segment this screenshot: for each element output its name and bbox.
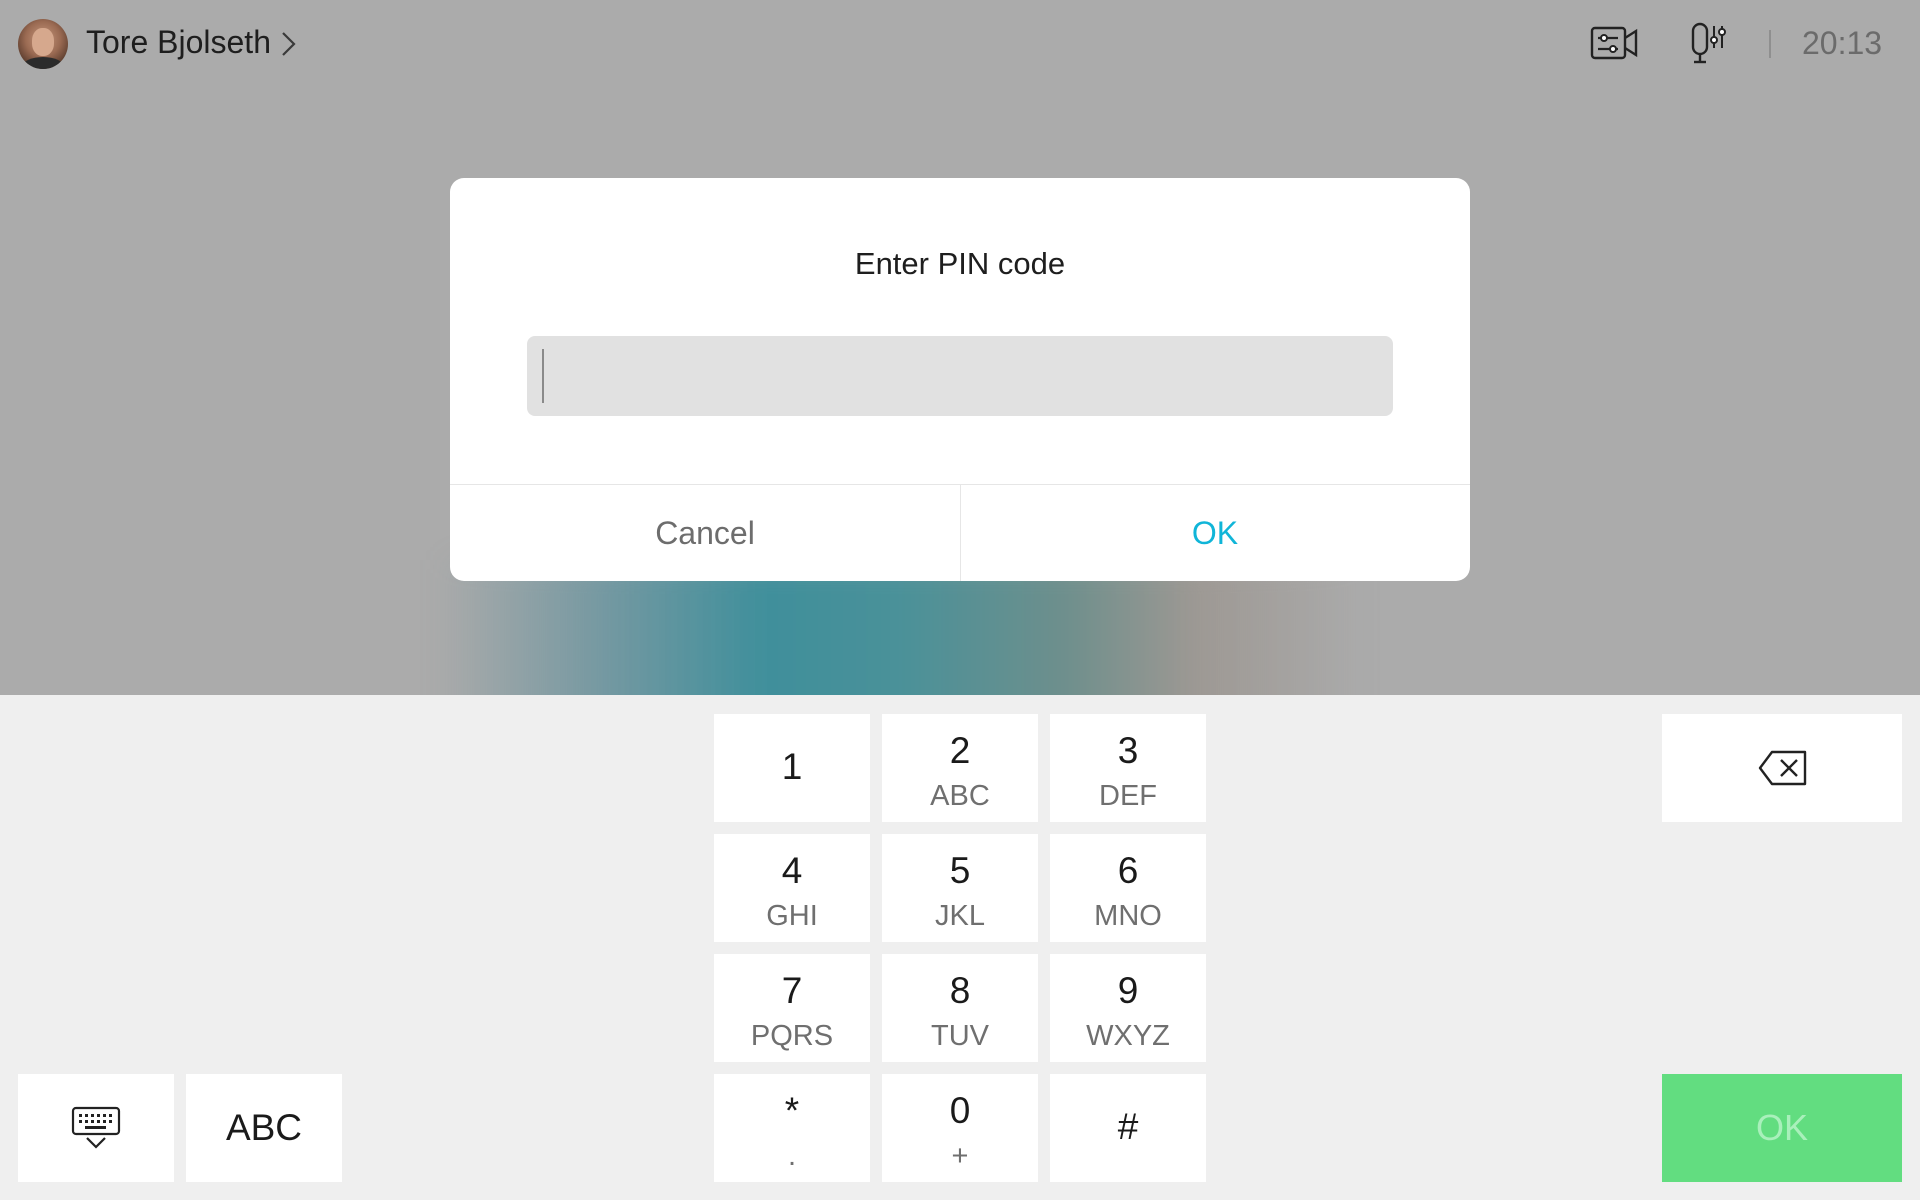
header-divider	[1769, 30, 1771, 58]
key-digit: 7	[781, 970, 803, 1011]
key-letters: GHI	[766, 900, 818, 932]
key-star[interactable]: * .	[714, 1074, 870, 1182]
clock: 20:13	[1802, 25, 1883, 61]
key-1[interactable]: 1	[714, 714, 870, 822]
key-letters: WXYZ	[1086, 1020, 1170, 1052]
key-digit: 5	[949, 850, 971, 891]
key-5[interactable]: 5 JKL	[882, 834, 1038, 942]
cancel-button[interactable]: Cancel	[450, 485, 960, 581]
key-letters: PQRS	[750, 1020, 834, 1052]
text-caret	[542, 349, 544, 403]
dialog-ok-button[interactable]: OK	[960, 485, 1470, 581]
key-digit: 3	[1117, 730, 1139, 771]
key-9[interactable]: 9 WXYZ	[1050, 954, 1206, 1062]
avatar[interactable]	[18, 19, 68, 69]
key-letters: JKL	[935, 900, 985, 932]
key-6[interactable]: 6 MNO	[1050, 834, 1206, 942]
key-7[interactable]: 7 PQRS	[714, 954, 870, 1062]
key-digit: 1	[781, 746, 803, 787]
microphone-settings-icon[interactable]	[1690, 22, 1726, 64]
keyboard-hide-icon	[71, 1106, 121, 1149]
key-8[interactable]: 8 TUV	[882, 954, 1038, 1062]
key-0[interactable]: 0 +	[882, 1074, 1038, 1182]
key-digit: 8	[949, 970, 971, 1011]
key-letters: .	[787, 1140, 797, 1172]
user-name[interactable]: Tore Bjolseth	[86, 24, 271, 61]
abc-mode-button[interactable]: ABC	[186, 1074, 342, 1182]
key-letters: ABC	[930, 780, 990, 812]
key-digit: 0	[949, 1090, 971, 1131]
pin-input[interactable]	[527, 336, 1393, 416]
chevron-right-icon[interactable]	[278, 30, 300, 58]
dialog-title: Enter PIN code	[854, 246, 1066, 281]
key-digit: 4	[781, 850, 803, 891]
hide-keyboard-button[interactable]	[18, 1074, 174, 1182]
key-letters: DEF	[1099, 780, 1157, 812]
key-2[interactable]: 2 ABC	[882, 714, 1038, 822]
keypad-ok-button[interactable]: OK	[1662, 1074, 1902, 1182]
backspace-button[interactable]	[1662, 714, 1902, 822]
key-letters: +	[951, 1140, 969, 1172]
header-bar: Tore Bjolseth 20:13	[0, 0, 1920, 88]
key-3[interactable]: 3 DEF	[1050, 714, 1206, 822]
pin-dialog: Enter PIN code Cancel OK	[450, 178, 1470, 581]
key-digit: *	[784, 1090, 800, 1131]
key-digit: 6	[1117, 850, 1139, 891]
key-digit: 9	[1117, 970, 1139, 1011]
backspace-icon	[1758, 750, 1807, 786]
key-letters: MNO	[1094, 900, 1162, 932]
key-digit: #	[1117, 1106, 1139, 1147]
camera-settings-icon[interactable]	[1590, 22, 1638, 64]
key-hash[interactable]: #	[1050, 1074, 1206, 1182]
abc-label: ABC	[225, 1107, 303, 1148]
key-letters: TUV	[931, 1020, 989, 1052]
key-4[interactable]: 4 GHI	[714, 834, 870, 942]
key-digit: 2	[949, 730, 971, 771]
